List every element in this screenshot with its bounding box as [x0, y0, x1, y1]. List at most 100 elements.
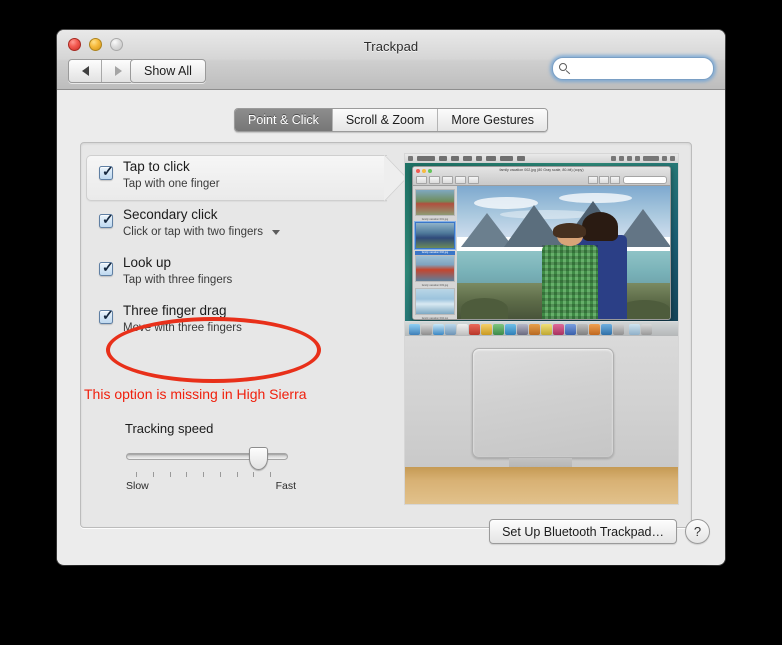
show-all-button[interactable]: Show All: [130, 59, 206, 83]
checkmark-icon: ✓: [102, 163, 114, 179]
preview-crop-icon[interactable]: [599, 176, 609, 184]
dock-photos-icon[interactable]: [529, 324, 540, 335]
preview-photo-canvas: [457, 186, 670, 319]
dock-maps-icon[interactable]: [541, 324, 552, 335]
dock-finder-icon[interactable]: [409, 324, 420, 335]
setup-bluetooth-trackpad-button[interactable]: Set Up Bluetooth Trackpad…: [489, 519, 677, 544]
preview-zoom-in-icon[interactable]: [442, 176, 453, 184]
dock-terminal-icon[interactable]: [613, 324, 624, 335]
preview-sidebar-toggle-icon[interactable]: [416, 176, 427, 184]
preview-app-body: family vacation 001.jpg family vacation …: [413, 186, 670, 319]
menubar-status-icons: [611, 155, 675, 161]
option-subtitle-row: Click or tap with two fingers: [123, 224, 280, 240]
checkbox-tap-to-click[interactable]: ✓: [99, 163, 114, 180]
search-input[interactable]: [574, 58, 725, 79]
apple-logo-icon: [408, 155, 413, 161]
dock-contacts-icon[interactable]: [457, 324, 468, 335]
dock-messages-icon[interactable]: [505, 324, 516, 335]
menubar-item-file: [439, 155, 447, 161]
preview-rotate-icon[interactable]: [588, 176, 598, 184]
preview-zoom-out-icon[interactable]: [429, 176, 440, 184]
option-subtitle: Tap with one finger: [123, 178, 220, 190]
checkbox-secondary-click[interactable]: ✓: [99, 212, 114, 228]
dock-ibooks-icon[interactable]: [565, 324, 576, 335]
preview-annotate-icon[interactable]: [610, 176, 620, 184]
option-title: Secondary click: [123, 207, 218, 222]
menubar-item-view: [463, 155, 472, 161]
screenshot-root: Trackpad Show All Point & Click Scroll &…: [0, 0, 782, 645]
dock-facetime-icon[interactable]: [517, 324, 528, 335]
option-subtitle: Move with three fingers: [123, 322, 242, 334]
dock-system-preferences-icon[interactable]: [601, 324, 612, 335]
dock-trash-icon[interactable]: [641, 324, 652, 335]
option-subtitle: Tap with three fingers: [123, 274, 233, 286]
preview-share-icon[interactable]: [455, 176, 466, 184]
slider-max-label: Fast: [275, 480, 296, 492]
dock-safari-icon[interactable]: [433, 324, 444, 335]
tab-more-gestures[interactable]: More Gestures: [437, 109, 548, 131]
checkmark-icon: ✓: [102, 307, 114, 323]
thumbnail-item[interactable]: [415, 288, 455, 315]
chevron-down-icon[interactable]: [271, 229, 280, 235]
preview-app-window: family vacation 002.jpg (80 Gray scale, …: [412, 166, 671, 320]
checkbox-three-finger-drag[interactable]: ✓: [99, 307, 114, 324]
dock-mail-icon[interactable]: [445, 324, 456, 335]
mac-menubar: [405, 154, 678, 163]
navigation-segmented-control: [68, 59, 135, 83]
slider-tick: [236, 472, 238, 477]
tab-point-and-click[interactable]: Point & Click: [234, 109, 332, 131]
option-title: Three finger drag: [123, 303, 227, 318]
slider-min-label: Slow: [126, 480, 149, 492]
dock-preview-icon[interactable]: [589, 324, 600, 335]
slider-tick: [203, 472, 204, 477]
dock-itunes-icon[interactable]: [553, 324, 564, 335]
settings-panel: ✓ Tap to click Tap with one finger ✓ Sec…: [80, 142, 692, 528]
preview-markup-icon[interactable]: [468, 176, 479, 184]
slider-tick: [136, 472, 137, 477]
option-row-secondary-click[interactable]: ✓ Secondary click Click or tap with two …: [81, 201, 411, 249]
dock-launchpad-icon[interactable]: [421, 324, 432, 335]
dock-calendar-icon[interactable]: [469, 324, 480, 335]
dock-notes-icon[interactable]: [481, 324, 492, 335]
slider-tick: [186, 472, 188, 477]
preview-search-field[interactable]: [623, 176, 667, 184]
tab-group: Point & Click Scroll & Zoom More Gesture…: [233, 108, 549, 132]
option-row-look-up[interactable]: ✓ Look up Tap with three fingers: [81, 249, 411, 297]
photo-bush: [461, 297, 509, 319]
back-button[interactable]: [69, 60, 101, 82]
thumbnail-item-selected[interactable]: [415, 222, 455, 249]
tab-scroll-and-zoom[interactable]: Scroll & Zoom: [331, 109, 438, 131]
thumbnail-item[interactable]: [415, 189, 455, 216]
option-text-secondary-click: Secondary click Click or tap with two fi…: [123, 206, 280, 240]
chevron-right-icon: [114, 66, 122, 76]
photo-person-child: [542, 223, 598, 319]
gesture-demo-video[interactable]: family vacation 002.jpg (80 Gray scale, …: [405, 154, 678, 336]
option-text-tap-to-click: Tap to click Tap with one finger: [123, 158, 220, 192]
menubar-item-preview: [417, 155, 435, 161]
option-row-tap-to-click[interactable]: ✓ Tap to click Tap with one finger: [81, 153, 411, 201]
trackpad-photo: [405, 336, 678, 504]
option-subtitle-row: Move with three fingers: [123, 320, 242, 336]
laptop-front-edge: [508, 458, 572, 467]
bluetooth-icon: [619, 155, 624, 161]
dock-appstore-icon[interactable]: [577, 324, 588, 335]
slider-thumb[interactable]: [249, 447, 268, 470]
help-button[interactable]: ?: [685, 519, 710, 544]
option-row-three-finger-drag[interactable]: ✓ Three finger drag Move with three fing…: [81, 297, 411, 345]
option-title: Look up: [123, 255, 172, 270]
slider-tick: [169, 472, 171, 477]
search-field[interactable]: [552, 57, 725, 80]
preview-thumbnail-sidebar: family vacation 001.jpg family vacation …: [413, 186, 457, 319]
checkbox-look-up[interactable]: ✓: [99, 260, 114, 276]
dock-reminders-icon[interactable]: [493, 324, 504, 335]
thumbnail-item[interactable]: [415, 255, 455, 282]
trackpad-surface: [471, 347, 614, 459]
option-subtitle: Click or tap with two fingers: [123, 226, 263, 238]
option-text-look-up: Look up Tap with three fingers: [123, 254, 232, 288]
wifi-icon: [627, 155, 632, 161]
dock-downloads-icon[interactable]: [629, 324, 640, 335]
mac-dock: [405, 321, 678, 336]
tracking-speed-label: Tracking speed: [125, 421, 214, 436]
option-subtitle-row: Tap with one finger: [123, 176, 220, 192]
tracking-speed-slider[interactable]: Slow Fast: [126, 447, 296, 492]
